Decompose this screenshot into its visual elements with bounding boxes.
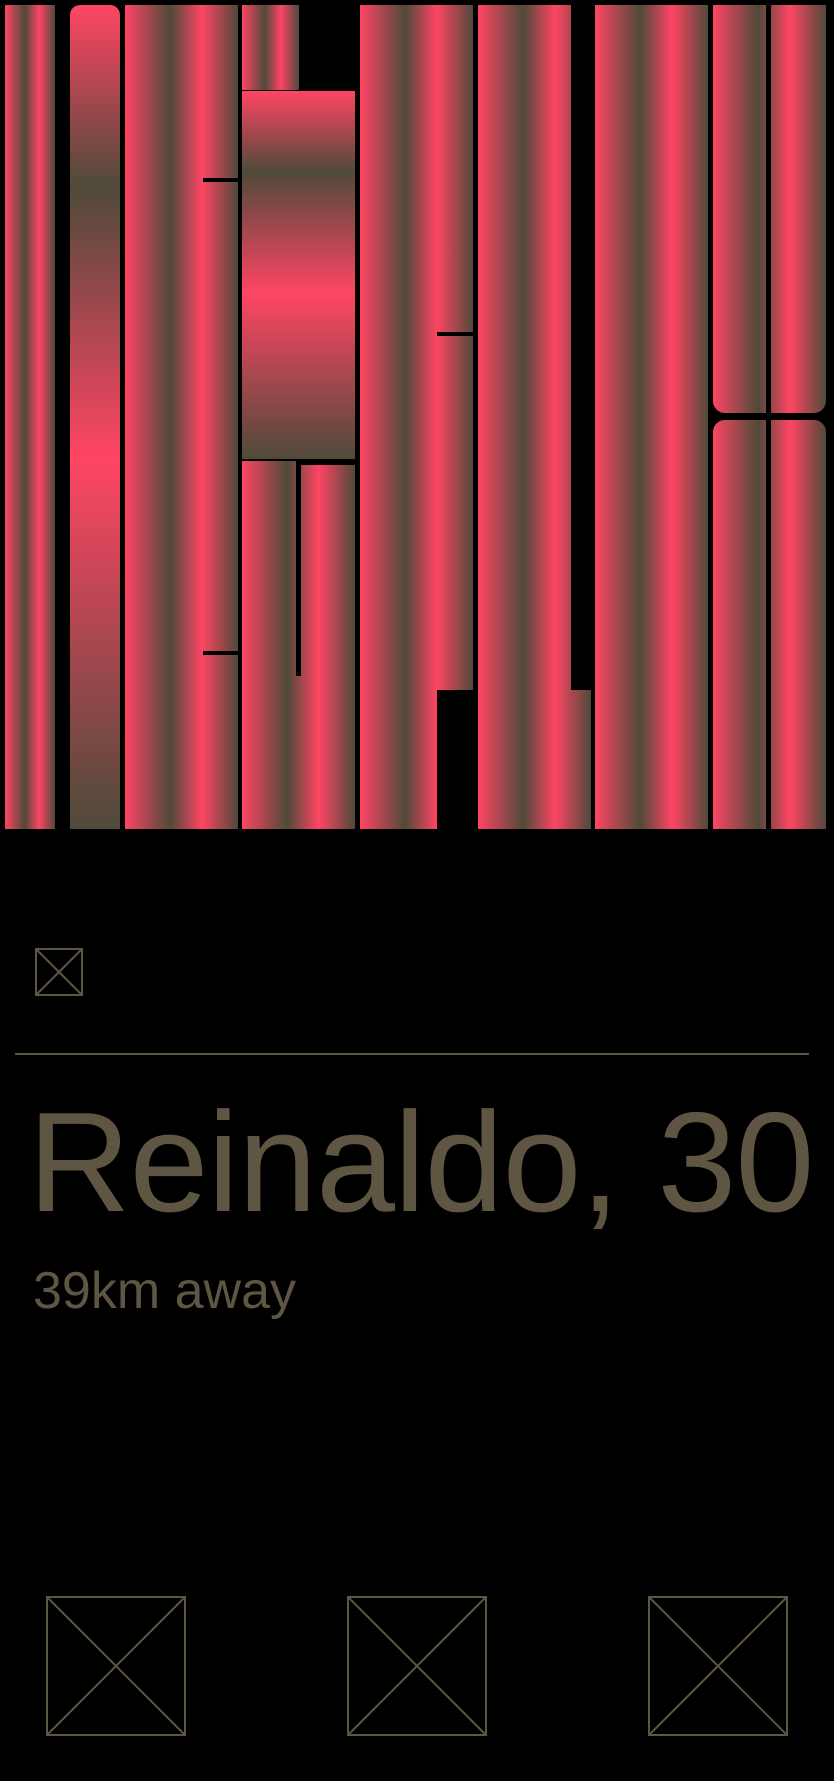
- photo-notch: [296, 461, 301, 676]
- photo-notch: [766, 5, 771, 829]
- profile-photo[interactable]: [0, 0, 834, 834]
- photo-stripe: [242, 91, 355, 459]
- photo-notch: [203, 651, 239, 655]
- photo-stripe: [595, 5, 708, 829]
- action-button-center-icon[interactable]: [347, 1596, 487, 1736]
- action-button-right-icon[interactable]: [648, 1596, 788, 1736]
- divider: [15, 1053, 809, 1055]
- photo-stripe: [125, 5, 238, 829]
- photo-notch: [437, 690, 473, 830]
- photo-stripe: [5, 5, 55, 829]
- photo-stripe: [70, 5, 120, 829]
- photo-notch: [203, 178, 239, 182]
- photo-notch: [437, 332, 473, 336]
- photo-notch: [296, 461, 356, 465]
- profile-name-age: Reinaldo, 30: [28, 1083, 814, 1242]
- profile-distance: 39km away: [33, 1262, 296, 1320]
- photo-notch: [571, 5, 591, 690]
- image-placeholder-icon[interactable]: [35, 948, 83, 996]
- photo-stripe: [242, 5, 299, 90]
- action-button-left-icon[interactable]: [46, 1596, 186, 1736]
